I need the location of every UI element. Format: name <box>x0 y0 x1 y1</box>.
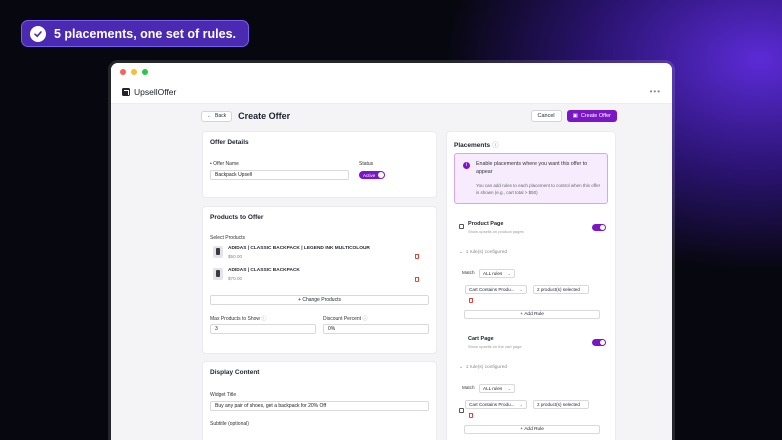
change-products-label: Change Products <box>302 297 341 303</box>
page-header: ← Back Create Offer Cancel ▣ Create Offe… <box>201 109 617 123</box>
widget-title-label: Widget Title <box>210 392 237 398</box>
product-name: ADIDAS | CLASSIC BACKPACK | LEGEND INK M… <box>228 245 370 251</box>
product-name: ADIDAS | CLASSIC BACKPACK <box>228 267 300 273</box>
products-title: Products to Offer <box>210 214 264 221</box>
brand: UpsellOffer <box>122 87 176 97</box>
match-select[interactable]: ALL rules ⌄ <box>479 269 515 278</box>
placements-card: Placements ⓘ i Enable placements where y… <box>446 131 616 440</box>
trash-icon[interactable] <box>469 413 473 418</box>
product-price: $70.00 <box>228 275 243 281</box>
app-bar: UpsellOffer ••• <box>111 80 672 104</box>
product-page-toggle[interactable] <box>592 224 606 231</box>
product-thumbnail <box>213 246 223 258</box>
cancel-button[interactable]: Cancel <box>530 110 562 122</box>
product-item: ADIDAS | CLASSIC BACKPACK $70.00 <box>213 267 300 281</box>
match-label: Match <box>462 270 475 275</box>
subtitle-label: Subtitle (optional) <box>210 421 249 427</box>
discount-label: Discount Percent ⓘ <box>323 316 368 322</box>
display-content-title: Display Content <box>210 369 260 376</box>
create-offer-button[interactable]: ▣ Create Offer <box>566 110 617 122</box>
offer-details-title: Offer Details <box>210 139 249 146</box>
condition-value-select[interactable]: 2 product(s) selected <box>533 285 589 294</box>
offer-details-card: Offer Details • Offer Name Backpack Upse… <box>202 131 437 198</box>
info-body: You can add rules to each placement to c… <box>476 183 601 195</box>
rules-configured[interactable]: ⌄ 1 rule(s) configured <box>459 365 507 370</box>
placement-subtitle: Show upsells on product pages <box>468 229 524 234</box>
placement-title: Cart Page <box>468 336 494 342</box>
trash-icon[interactable] <box>469 298 473 303</box>
cart-page-toggle[interactable] <box>592 339 606 346</box>
select-products-label: Select Products <box>210 235 246 241</box>
page-title: Create Offer <box>238 111 291 121</box>
display-content-card: Display Content Widget Title Buy any pai… <box>202 361 437 440</box>
more-icon[interactable]: ••• <box>650 87 661 96</box>
status-value: Active <box>363 172 376 178</box>
check-icon <box>30 25 46 42</box>
create-label: Create Offer <box>580 113 611 119</box>
status-label: Status <box>359 161 374 167</box>
match-label: Match <box>462 385 475 390</box>
app-name: UpsellOffer <box>134 86 177 97</box>
max-products-input[interactable]: 3 <box>210 324 316 334</box>
offer-name-input[interactable]: Backpack Upsell <box>210 170 349 180</box>
back-label: Back <box>215 113 227 119</box>
save-icon: ▣ <box>572 113 578 119</box>
back-button[interactable]: ← Back <box>201 110 233 122</box>
add-rule-button[interactable]: + Add Rule <box>464 310 600 319</box>
condition-value-select[interactable]: 2 product(s) selected <box>533 400 589 409</box>
placement-subtitle: Show upsells on the cart page <box>468 344 522 349</box>
placement-title: Product Page <box>468 221 504 227</box>
trash-icon[interactable] <box>415 277 419 282</box>
chevron-down-icon: ⌄ <box>459 250 464 255</box>
discount-input[interactable]: 0% <box>323 324 429 334</box>
banner-text: 5 placements, one set of rules. <box>54 26 237 41</box>
add-rule-button[interactable]: + Add Rule <box>464 425 600 434</box>
product-thumbnail <box>213 268 223 280</box>
product-item: ADIDAS | CLASSIC BACKPACK | LEGEND INK M… <box>213 245 370 259</box>
match-select[interactable]: ALL rules ⌄ <box>479 384 515 393</box>
condition-select[interactable]: Cart Contains Produ... ⌄ <box>465 285 527 294</box>
close-dot[interactable] <box>120 68 126 75</box>
products-card: Products to Offer Select Products ADIDAS… <box>202 206 437 354</box>
feature-banner: 5 placements, one set of rules. <box>21 20 250 47</box>
product-price: $50.00 <box>228 253 243 259</box>
info-title: Enable placements where you want this of… <box>476 161 588 175</box>
status-toggle[interactable]: Active <box>359 171 385 179</box>
placements-info-box: i Enable placements where you want this … <box>454 153 608 204</box>
app-window: UpsellOffer ••• ← Back Create Offer Canc… <box>111 63 672 440</box>
trash-icon[interactable] <box>415 254 419 259</box>
logo-icon <box>122 87 130 96</box>
add-rule-label: Add Rule <box>524 312 544 317</box>
info-icon: i <box>463 162 470 169</box>
chevron-down-icon: ⌄ <box>459 365 464 370</box>
arrow-left-icon: ← <box>207 113 212 119</box>
maximize-dot[interactable] <box>142 68 148 75</box>
condition-select[interactable]: Cart Contains Produ... ⌄ <box>465 400 527 409</box>
change-products-button[interactable]: + Change Products <box>210 295 429 305</box>
window-titlebar <box>111 63 672 80</box>
offer-name-label: • Offer Name <box>210 161 239 167</box>
placements-title: Placements ⓘ <box>454 142 499 149</box>
minimize-dot[interactable] <box>131 68 137 75</box>
product-page-icon <box>459 224 464 229</box>
cart-page-icon <box>459 408 464 413</box>
widget-title-input[interactable]: Buy any pair of shoes, get a backpack fo… <box>210 401 429 411</box>
add-rule-label: Add Rule <box>524 427 544 432</box>
rules-configured[interactable]: ⌄ 1 rule(s) configured <box>459 250 507 255</box>
max-products-label: Max Products to Show ⓘ <box>210 316 267 322</box>
